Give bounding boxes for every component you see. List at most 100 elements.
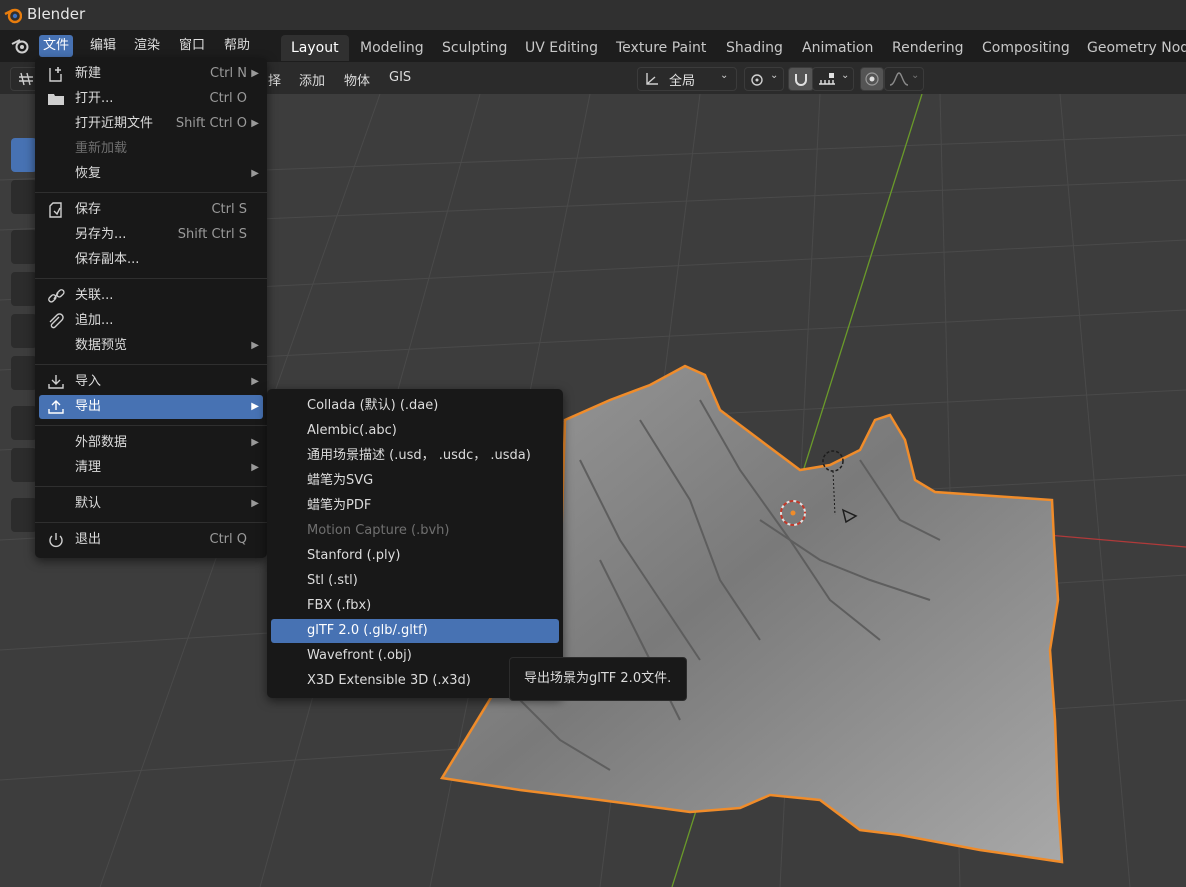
transform-orientation-value: 全局 (669, 74, 696, 89)
menu-window[interactable]: 窗口 (175, 35, 209, 57)
export-fbx[interactable]: FBX (.fbx) (271, 594, 559, 618)
submenu-arrow-icon: ▶ (251, 401, 259, 412)
app-title: Blender (27, 5, 86, 23)
menu-item-save-copy[interactable]: 保存副本... (39, 248, 263, 272)
export-gltf[interactable]: glTF 2.0 (.glb/.gltf) (271, 619, 559, 643)
menu-item-link[interactable]: 关联... (39, 284, 263, 308)
snap-toggle[interactable] (788, 67, 814, 91)
chevron-down-icon: ⌄ (841, 70, 850, 81)
menu-edit[interactable]: 编辑 (86, 35, 120, 57)
header-menu-add[interactable]: 添加 (299, 70, 325, 89)
submenu-arrow-icon: ▶ (251, 498, 259, 509)
menu-item-new[interactable]: 新建 Ctrl N ▶ (39, 62, 263, 86)
menu-separator (35, 425, 267, 426)
header-menu-select[interactable]: 择 (268, 70, 281, 89)
snap-target-dropdown[interactable]: ⌄ (812, 67, 854, 91)
export-gpencil-pdf[interactable]: 蜡笔为PDF (271, 494, 559, 518)
export-collada[interactable]: Collada (默认) (.dae) (271, 394, 559, 418)
tab-animation[interactable]: Animation (792, 35, 883, 61)
select-box-tool[interactable] (11, 138, 37, 172)
export-usd[interactable]: 通用场景描述 (.usd， .usdc， .usda) (271, 444, 559, 468)
folder-icon (48, 94, 64, 105)
proportional-edit-toggle[interactable] (860, 67, 884, 91)
export-stl[interactable]: Stl (.stl) (271, 569, 559, 593)
tab-uv-editing[interactable]: UV Editing (515, 35, 608, 61)
rotate-tool[interactable] (11, 272, 37, 306)
menu-item-revert: 重新加载 (75, 141, 128, 156)
tooltip: 导出场景为glTF 2.0文件. (509, 657, 687, 701)
tab-layout[interactable]: Layout (281, 35, 349, 61)
falloff-curve-icon (889, 72, 909, 86)
proportional-edit-icon (865, 72, 879, 86)
power-icon (49, 533, 63, 548)
submenu-arrow-icon: ▶ (251, 68, 259, 79)
menu-item-open[interactable]: 打开... Ctrl O (39, 87, 263, 111)
export-ply[interactable]: Stanford (.ply) (271, 544, 559, 568)
menu-separator (35, 522, 267, 523)
orientation-axes-icon (646, 73, 658, 85)
menu-item-data-previews[interactable]: 数据预览 ▶ (39, 334, 263, 358)
submenu-arrow-icon: ▶ (251, 437, 259, 448)
tab-rendering[interactable]: Rendering (882, 35, 974, 61)
blender-logo-icon (4, 8, 22, 24)
transform-tool[interactable] (11, 356, 37, 390)
menu-help[interactable]: 帮助 (220, 35, 254, 57)
header-menu-object[interactable]: 物体 (344, 70, 370, 89)
menu-file[interactable]: 文件 (39, 35, 74, 57)
menu-item-save[interactable]: 保存 Ctrl S (39, 198, 263, 222)
tab-sculpting[interactable]: Sculpting (432, 35, 517, 61)
submenu-arrow-icon: ▶ (251, 118, 259, 129)
submenu-arrow-icon: ▶ (251, 168, 259, 179)
tab-compositing[interactable]: Compositing (972, 35, 1080, 61)
snap-increment-icon (819, 73, 835, 85)
transform-orientation-dropdown[interactable]: 全局 ⌄ (637, 67, 737, 91)
add-cube-tool[interactable] (11, 498, 37, 532)
export-bvh: Motion Capture (.bvh) (307, 523, 450, 538)
menu-item-save-as[interactable]: 另存为... Shift Ctrl S (39, 223, 263, 247)
menu-separator (35, 192, 267, 193)
menu-separator (35, 364, 267, 365)
menu-separator (35, 278, 267, 279)
file-menu: 新建 Ctrl N ▶ 打开... Ctrl O 打开近期文件 Shift Ct… (35, 58, 267, 558)
magnet-icon (795, 74, 807, 86)
scale-tool[interactable] (11, 314, 37, 348)
export-submenu: Collada (默认) (.dae) Alembic(.abc) 通用场景描述… (267, 389, 563, 698)
annotate-tool[interactable] (11, 406, 37, 440)
tab-geometry-nodes[interactable]: Geometry Node (1077, 35, 1186, 61)
menu-item-open-recent[interactable]: 打开近期文件 Shift Ctrl O ▶ (39, 112, 263, 136)
blender-menu-icon[interactable] (10, 37, 30, 55)
menu-render[interactable]: 渲染 (130, 35, 164, 57)
new-file-icon (49, 67, 62, 82)
save-icon (49, 202, 62, 218)
header-menu-gis[interactable]: GIS (389, 70, 411, 85)
export-icon (48, 400, 64, 414)
menu-item-quit[interactable]: 退出 Ctrl Q (39, 528, 263, 552)
menu-item-external-data[interactable]: 外部数据 ▶ (39, 431, 263, 455)
link-icon (48, 289, 65, 303)
export-alembic[interactable]: Alembic(.abc) (271, 419, 559, 443)
append-icon (49, 313, 64, 329)
move-tool[interactable] (11, 230, 37, 264)
submenu-arrow-icon: ▶ (251, 376, 259, 387)
export-gpencil-svg[interactable]: 蜡笔为SVG (271, 469, 559, 493)
tab-shading[interactable]: Shading (716, 35, 793, 61)
menu-item-export[interactable]: 导出 ▶ (39, 395, 263, 419)
menu-item-recover[interactable]: 恢复 ▶ (39, 162, 263, 186)
submenu-arrow-icon: ▶ (251, 340, 259, 351)
tab-texture-paint[interactable]: Texture Paint (606, 35, 716, 61)
menu-item-defaults[interactable]: 默认 ▶ (39, 492, 263, 516)
menu-item-append[interactable]: 追加... (39, 309, 263, 333)
menu-item-clean-up[interactable]: 清理 ▶ (39, 456, 263, 480)
pivot-point-dropdown[interactable]: ⌄ (744, 67, 784, 91)
import-icon (48, 375, 64, 389)
chevron-down-icon: ⌄ (911, 70, 920, 81)
editor-type-icon (19, 72, 33, 86)
tab-modeling[interactable]: Modeling (350, 35, 434, 61)
measure-tool[interactable] (11, 448, 37, 482)
pivot-point-icon (751, 74, 763, 86)
menu-separator (35, 486, 267, 487)
menu-item-import[interactable]: 导入 ▶ (39, 370, 263, 394)
cursor-tool[interactable] (11, 180, 37, 214)
falloff-dropdown[interactable]: ⌄ (884, 67, 924, 91)
chevron-down-icon: ⌄ (720, 70, 729, 81)
